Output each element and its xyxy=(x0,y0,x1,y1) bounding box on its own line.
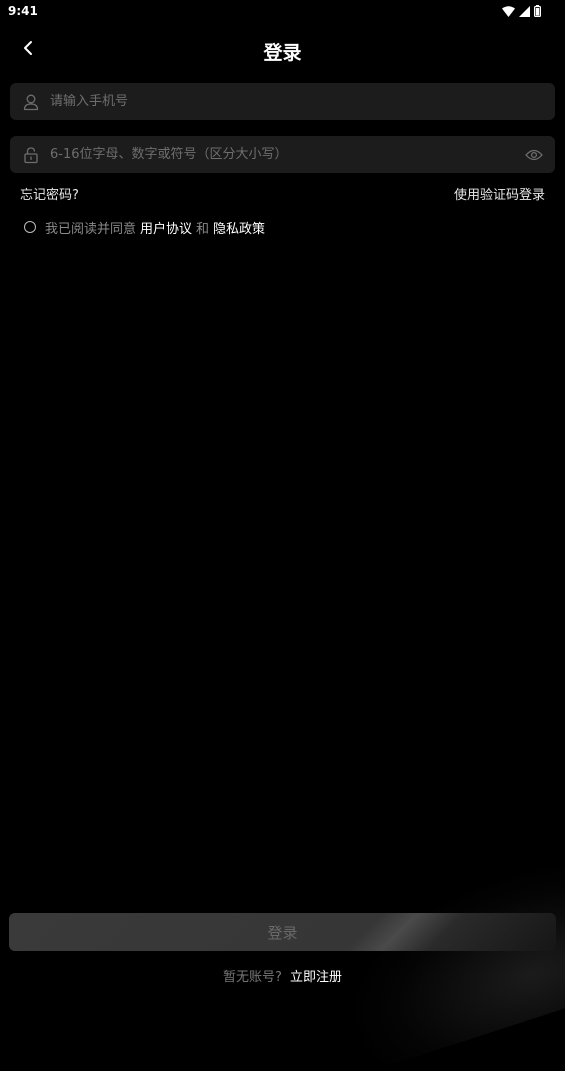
status-time: 9:41 xyxy=(8,4,38,18)
links-row: 忘记密码? 使用验证码登录 xyxy=(20,184,545,203)
status-icons xyxy=(502,5,541,17)
privacy-policy-link[interactable]: 隐私政策 xyxy=(213,218,265,237)
phone-field[interactable] xyxy=(10,83,555,120)
battery-icon xyxy=(534,5,541,17)
agreement-and: 和 xyxy=(196,221,210,237)
forgot-password-link[interactable]: 忘记密码? xyxy=(20,184,79,203)
login-button[interactable]: 登录 xyxy=(9,913,556,951)
lock-icon xyxy=(21,145,41,165)
header: 登录 xyxy=(0,28,565,72)
password-input[interactable] xyxy=(48,146,523,163)
signal-icon xyxy=(519,5,530,17)
eye-icon[interactable] xyxy=(523,144,545,166)
phone-input[interactable] xyxy=(48,93,555,110)
no-account-text: 暂无账号? xyxy=(222,970,282,985)
wifi-icon xyxy=(502,5,515,17)
register-link[interactable]: 立即注册 xyxy=(290,970,342,985)
agreement-row: 我已阅读并同意 用户协议 和 隐私政策 xyxy=(24,218,265,237)
user-agreement-link[interactable]: 用户协议 xyxy=(140,218,192,237)
user-icon xyxy=(21,92,41,112)
agreement-prefix: 我已阅读并同意 xyxy=(45,221,137,237)
status-bar: 9:41 xyxy=(0,0,565,24)
register-row: 暂无账号? 立即注册 xyxy=(0,966,565,985)
background-glow xyxy=(329,857,565,1071)
password-field[interactable] xyxy=(10,136,555,173)
sms-login-link[interactable]: 使用验证码登录 xyxy=(454,184,545,203)
page-title: 登录 xyxy=(263,42,302,64)
agreement-checkbox[interactable] xyxy=(24,221,36,233)
